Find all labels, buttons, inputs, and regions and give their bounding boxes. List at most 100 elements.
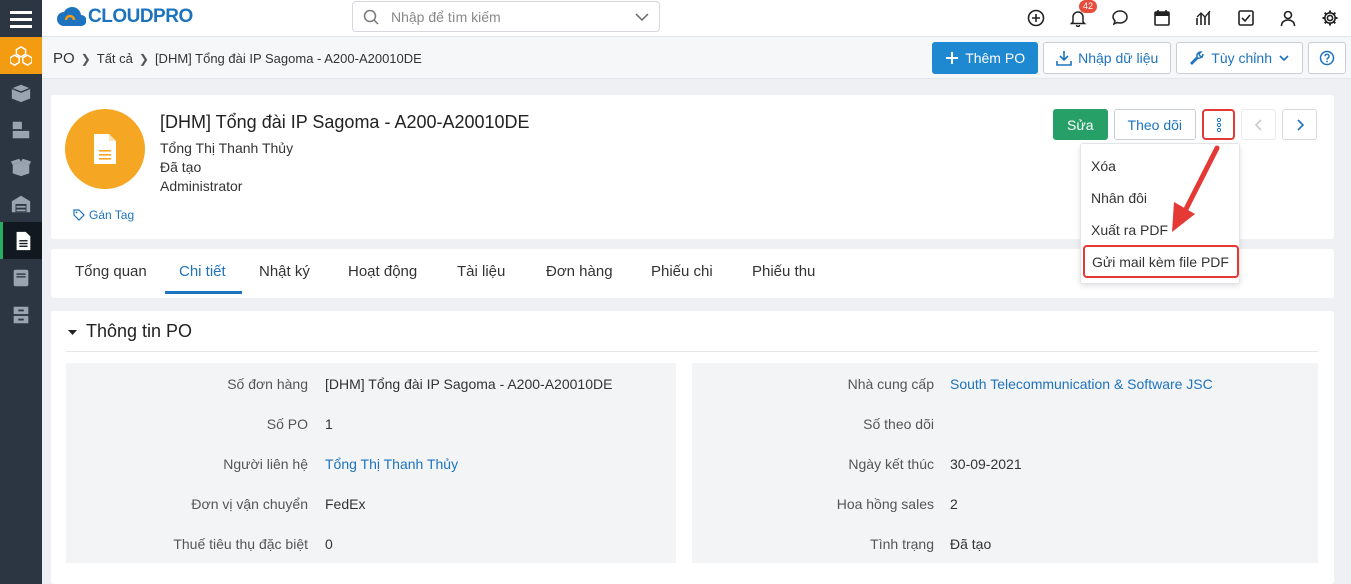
chevron-down-icon[interactable] [625,8,659,26]
assign-tag-link[interactable]: Gán Tag [73,208,134,222]
import-button[interactable]: Nhập dữ liệu [1043,42,1172,74]
record-title: [DHM] Tổng đài IP Sagoma - A200-A20010DE [160,112,530,132]
field-value[interactable]: FedEx [325,496,365,512]
field-row: Đơn vị vận chuyển FedEx [66,496,676,516]
section-title: Thông tin PO [86,321,193,341]
reports-button[interactable] [1183,0,1225,36]
package-open-icon [10,158,32,176]
field-value[interactable]: 0 [325,536,333,552]
field-value[interactable]: 30-09-2021 [950,456,1022,472]
tab-overview[interactable]: Tổng quan [75,249,147,294]
field-row: Số theo dõi [692,416,1318,436]
add-po-button[interactable]: Thêm PO [932,42,1039,74]
document-icon [94,134,116,164]
menu-toggle[interactable] [0,0,42,37]
search-icon [363,9,379,25]
field-label: Hoa hồng sales [836,496,934,512]
sidebar-item-inventory[interactable] [0,111,42,148]
wrench-icon [1189,50,1205,66]
field-label: Tình trạng [870,536,934,552]
record-owner: Tổng Thị Thanh Thủy [160,140,294,156]
checkbox-icon [1238,10,1254,26]
field-label: Số đơn hàng [227,376,308,392]
sidebar-item-delivery[interactable] [0,148,42,185]
field-row: Hoa hồng sales 2 [692,496,1318,516]
field-row: Tình trạng Đã tạo [692,536,1318,556]
help-button[interactable] [1308,42,1346,74]
previous-record-button[interactable] [1241,109,1276,140]
breadcrumb-list[interactable]: Tất cả [97,51,133,66]
top-header: CLOUDPRO 42 [42,0,1351,37]
app-logo[interactable]: CLOUDPRO [56,4,193,30]
customize-label: Tùy chỉnh [1211,50,1272,66]
global-search[interactable] [352,1,660,32]
field-label: Đơn vị vận chuyển [191,496,308,512]
tab-documents[interactable]: Tài liệu [457,249,505,294]
field-label: Số PO [266,416,308,432]
sidebar-item-po[interactable] [0,222,42,259]
section-header[interactable]: Thông tin PO [66,321,192,342]
field-row: Số PO 1 [66,416,676,436]
field-label: Người liên hệ [223,456,308,472]
sidebar-item-archive[interactable] [0,296,42,333]
sidebar-item-warehouse[interactable] [0,185,42,222]
chart-line-icon [1196,10,1211,25]
boxes-icon [12,121,30,138]
add-button[interactable] [1015,0,1057,36]
more-actions-button[interactable] [1202,109,1235,140]
assign-tag-label: Gán Tag [89,208,135,222]
plus-icon [945,51,959,65]
download-icon [1056,50,1072,66]
tab-receipts[interactable]: Phiếu thu [752,249,815,294]
follow-button[interactable]: Theo dõi [1113,109,1196,140]
notifications-button[interactable]: 42 [1057,0,1099,36]
tab-orders[interactable]: Đơn hàng [546,249,613,294]
annotation-arrow-icon [1172,145,1220,232]
chat-button[interactable] [1099,0,1141,36]
gear-icon [1322,10,1338,26]
tab-details[interactable]: Chi tiết [179,249,226,294]
plus-circle-icon [1027,9,1045,27]
search-input[interactable] [387,8,625,25]
field-value[interactable]: Đã tạo [950,536,991,552]
tab-log[interactable]: Nhật ký [259,249,310,294]
archive-icon [13,306,29,323]
customize-button[interactable]: Tùy chỉnh [1176,42,1303,74]
notification-badge: 42 [1079,0,1098,13]
sidebar-item-books[interactable] [0,259,42,296]
box-icon [11,84,31,102]
chevron-left-icon [1254,118,1262,131]
sidebar-item-modules[interactable] [0,37,42,74]
logo-text: CLOUDPRO [88,6,193,27]
menu-item-email-pdf[interactable]: Gửi mail kèm file PDF [1083,245,1239,278]
vendor-link[interactable]: South Telecommunication & Software JSC [950,376,1213,392]
tab-payments[interactable]: Phiếu chi [651,249,713,294]
chat-icon [1112,10,1128,26]
settings-button[interactable] [1309,0,1351,36]
contact-link[interactable]: Tổng Thị Thanh Thủy [325,456,458,472]
tasks-button[interactable] [1225,0,1267,36]
details-panel: Thông tin PO Số đơn hàng [DHM] Tổng đài … [51,311,1334,584]
next-record-button[interactable] [1282,109,1317,140]
edit-button[interactable]: Sửa [1053,109,1108,140]
warehouse-icon [11,195,31,212]
sidebar [0,0,42,584]
breadcrumb-module[interactable]: PO [53,50,75,67]
add-po-label: Thêm PO [965,50,1026,66]
field-value[interactable]: 2 [950,496,958,512]
field-value[interactable]: [DHM] Tổng đài IP Sagoma - A200-A20010DE [325,376,612,392]
chevron-right-icon [1296,118,1304,131]
breadcrumb-record: [DHM] Tổng đài IP Sagoma - A200-A20010DE [154,51,422,66]
profile-button[interactable] [1267,0,1309,36]
sidebar-item-products[interactable] [0,74,42,111]
tab-activities[interactable]: Hoạt động [348,249,417,294]
calendar-button[interactable] [1141,0,1183,36]
tag-icon [73,209,85,221]
chevron-right-icon: ❯ [138,51,149,66]
field-value[interactable]: 1 [325,416,333,432]
field-label: Nhà cung cấp [847,376,934,392]
chevron-right-icon: ❯ [80,51,91,66]
document-icon [16,231,30,250]
field-row: Thuế tiêu thụ đặc biệt 0 [66,536,676,556]
record-creator: Administrator [160,178,243,194]
